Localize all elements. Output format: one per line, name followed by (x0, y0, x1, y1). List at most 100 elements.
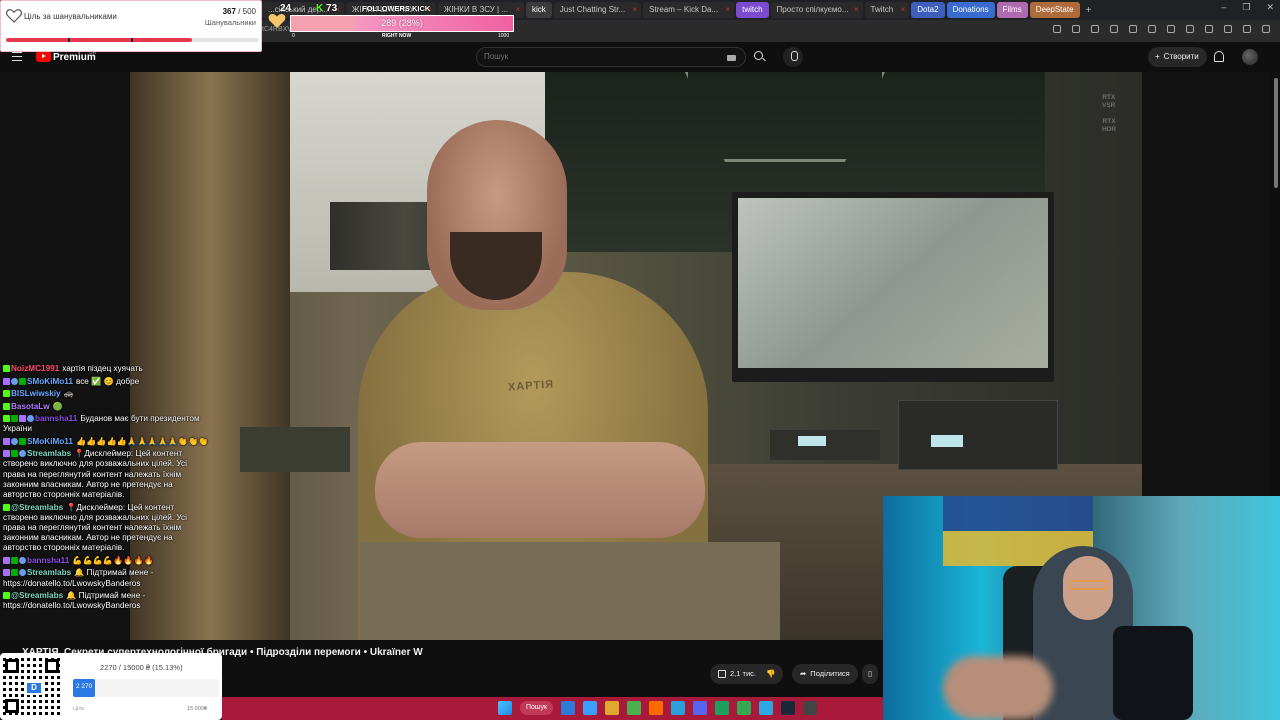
taskbar-app-icon[interactable] (627, 701, 642, 715)
chat-text: хартія піздец хуячать (62, 364, 143, 373)
close-tab-icon[interactable]: × (854, 2, 859, 18)
taskbar-app-icon[interactable] (737, 701, 752, 715)
taskbar-app-icon[interactable] (781, 701, 796, 715)
maximize-button[interactable]: ❐ (1242, 2, 1250, 13)
extension-icon[interactable] (1110, 25, 1118, 33)
browser-tab[interactable]: Films (996, 2, 1028, 18)
extension-icon[interactable] (1167, 25, 1175, 33)
webcam-glasses (1069, 580, 1109, 590)
video-boxes (240, 427, 350, 472)
sub-badge-icon (11, 377, 18, 385)
goal-count: 367 / 500 (222, 7, 256, 16)
chat-username[interactable]: bannsha11 (27, 556, 69, 565)
taskbar-app-icon[interactable] (759, 701, 774, 715)
screen: ...сійський дер... × ЖІНКИ ШТУРМУ... × ЖІНКИ… (0, 0, 1280, 720)
plus-icon: + (1155, 52, 1160, 61)
scrollbar-thumb[interactable] (1274, 78, 1278, 188)
browser-tab[interactable]: kick (526, 2, 552, 18)
chat-username[interactable]: Streamlabs (27, 568, 71, 577)
windows-start-icon[interactable] (498, 701, 512, 715)
sub-badge-icon (19, 556, 26, 564)
chat-username[interactable]: BasotaLw (11, 402, 50, 411)
browser-tab-label: Dota2 (917, 5, 939, 14)
youtube-logo-icon[interactable] (36, 51, 51, 62)
microphone-icon[interactable] (783, 47, 803, 67)
chat-message: @Streamlabs 📍Дисклеймер: Цей контент ство… (3, 503, 211, 554)
qr-corner (45, 659, 59, 673)
search-input[interactable] (484, 52, 714, 61)
more-menu-icon[interactable] (1262, 25, 1270, 33)
chat-message: BISLwiwskiy 🚓 (3, 389, 211, 399)
followers-title: FOLLOWERS KICK (362, 4, 431, 13)
close-window-button[interactable]: ✕ (1266, 2, 1274, 13)
video-radio-big (898, 400, 1058, 470)
followers-max: 1000 (498, 33, 510, 39)
browser-tab[interactable]: Donations (946, 2, 995, 18)
sub-badge-icon (19, 450, 26, 458)
bookmark-icon[interactable] (1072, 25, 1080, 33)
profile-icon[interactable] (1243, 25, 1251, 33)
taskbar-app-icon[interactable] (583, 701, 598, 715)
donation-progress-fill: 2 270 (73, 679, 96, 697)
browser-tab[interactable]: Просто спілкуємо... × (770, 2, 863, 18)
extension-icon[interactable] (1186, 25, 1194, 33)
avatar[interactable] (1242, 49, 1258, 65)
tw-badge-icon (3, 437, 10, 445)
donation-max-label: 15 000₴ (187, 706, 207, 712)
download-icon[interactable] (1148, 25, 1156, 33)
search-icon[interactable] (749, 47, 769, 67)
extension-icon[interactable] (1129, 25, 1137, 33)
taskbar-app-icon[interactable] (605, 701, 620, 715)
create-button[interactable]: + Створити (1148, 47, 1207, 67)
scrollbar[interactable] (1272, 72, 1280, 496)
chat-username[interactable]: bannsha11 (35, 414, 77, 423)
taskbar-app-icon[interactable] (693, 701, 708, 715)
extension-icon[interactable] (1091, 25, 1099, 33)
chat-username[interactable]: SMoKiMo11 (27, 437, 73, 446)
close-tab-icon[interactable]: × (725, 2, 730, 18)
chat-username[interactable]: Streamlabs (27, 449, 71, 458)
tw-badge-icon (19, 415, 26, 422)
extension-icon[interactable] (1053, 25, 1061, 33)
kick-badge-icon (3, 390, 10, 397)
browser-tab[interactable]: Twitch × (864, 2, 910, 18)
new-tab-button[interactable]: + (1086, 5, 1092, 16)
chat-username[interactable]: @Streamlabs (11, 503, 63, 512)
save-button[interactable]: ▯ (862, 664, 879, 684)
close-tab-icon[interactable]: × (901, 2, 906, 18)
close-tab-icon[interactable]: × (515, 2, 520, 18)
browser-tab[interactable]: twitch (736, 2, 769, 18)
close-tab-icon[interactable]: × (633, 2, 638, 18)
radio-display (931, 435, 963, 447)
browser-tab[interactable]: Dota2 (911, 2, 945, 18)
taskbar-app-icon[interactable] (671, 701, 686, 715)
chat-username[interactable]: SMoKiMo11 (27, 377, 73, 386)
keyboard-icon[interactable] (727, 55, 736, 61)
chat-username[interactable]: BISLwiwskiy (11, 389, 61, 398)
goal-title: Ціль за шанувальниками (24, 12, 117, 21)
donation-goal-label: Ціль (73, 706, 85, 712)
heart-icon (6, 9, 22, 23)
taskbar-app-icon[interactable] (803, 701, 818, 715)
minimize-button[interactable]: – (1221, 2, 1226, 13)
browser-tab[interactable]: DeepState (1029, 2, 1080, 18)
webcam-hand (943, 656, 1053, 720)
taskbar-app-icon[interactable] (561, 701, 576, 715)
thumbs-down-icon[interactable]: 👎 (766, 664, 775, 684)
hamburger-menu-icon[interactable] (12, 52, 22, 61)
browser-tab[interactable]: Stream – Kick Da... × (643, 2, 735, 18)
notifications-bell-icon[interactable] (1214, 51, 1224, 62)
share-button[interactable]: ➦ Поділитися (792, 664, 858, 684)
taskbar-app-icon[interactable] (649, 701, 664, 715)
chat-username[interactable]: NoizMC1991 (11, 364, 59, 373)
extension-icon[interactable] (1205, 25, 1213, 33)
taskbar-icons: Пошук (498, 701, 818, 715)
taskbar-app-icon[interactable] (715, 701, 730, 715)
followers-progress-bar: 289 (28%) (290, 15, 514, 32)
browser-tab[interactable]: Just Chatting Str... × (553, 2, 642, 18)
like-button[interactable]: 2,1 тис. 👎 (710, 664, 784, 684)
extension-icon[interactable] (1224, 25, 1232, 33)
taskbar-search-button[interactable]: Пошук (520, 701, 554, 715)
chat-username[interactable]: @Streamlabs (11, 591, 63, 600)
chat-message: Streamlabs 📍Дисклеймер: Цей контент створ… (3, 449, 211, 500)
